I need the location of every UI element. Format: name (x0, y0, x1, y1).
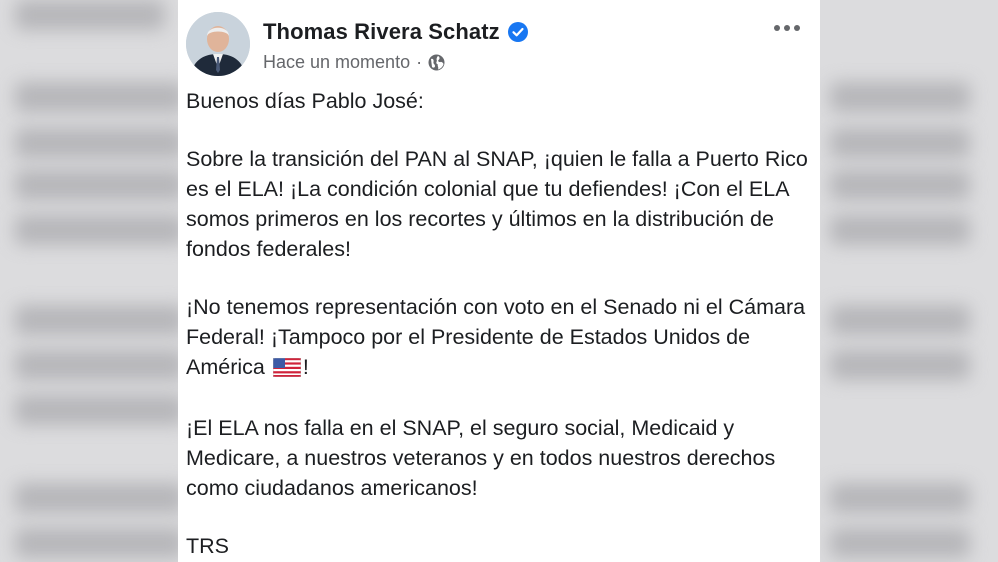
post-paragraph-suffix: ! (302, 355, 309, 379)
post-paragraph: ¡El ELA nos falla en el SNAP, el seguro … (186, 416, 776, 500)
more-options-icon (773, 19, 801, 37)
post-signature: TRS (186, 534, 229, 558)
author-avatar[interactable] (186, 12, 250, 76)
more-options-button[interactable] (769, 16, 805, 40)
post-card: Thomas Rivera Schatz Hace un momento · B… (178, 0, 820, 562)
post-paragraph-greeting: Buenos días Pablo José: (186, 89, 424, 113)
post-timestamp[interactable]: Hace un momento (263, 52, 410, 73)
author-name[interactable]: Thomas Rivera Schatz (263, 19, 500, 45)
post-text: Buenos días Pablo José: Sobre la transic… (186, 86, 816, 562)
globe-icon (428, 54, 445, 71)
meta-separator: · (416, 52, 423, 72)
post-paragraph: Sobre la transición del PAN al SNAP, ¡qu… (186, 147, 808, 261)
verified-badge-icon (507, 22, 528, 42)
us-flag-emoji-icon (272, 355, 302, 385)
post-paragraph: ¡No tenemos representación con voto en e… (186, 292, 816, 385)
